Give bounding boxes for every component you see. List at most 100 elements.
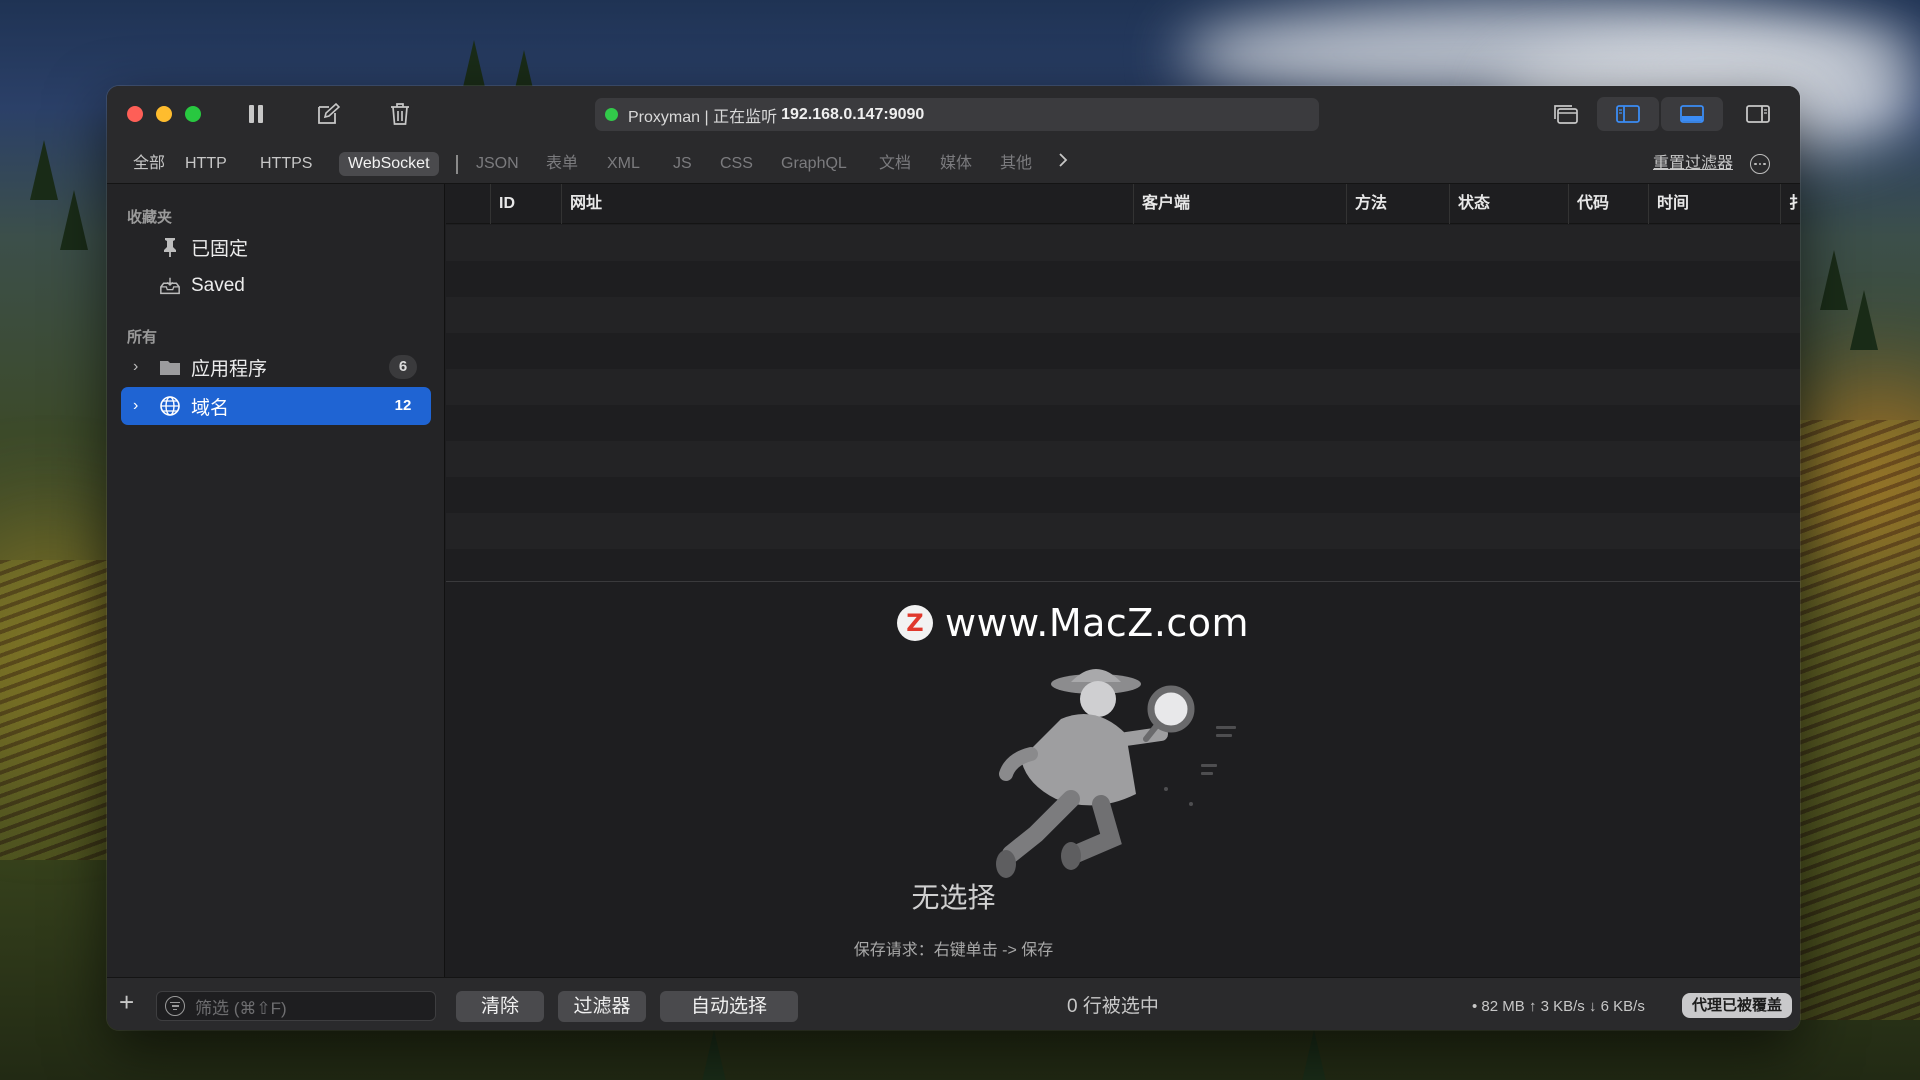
status-indicator-dot <box>605 108 618 121</box>
trash-icon <box>391 103 409 125</box>
column-header-client[interactable]: 客户端 <box>1133 184 1190 224</box>
sidebar-right-icon <box>1746 105 1770 123</box>
sidebar-item-label: 已固定 <box>191 238 249 260</box>
sidebar-item-saved[interactable]: Saved <box>121 267 431 305</box>
watermark-logo: Z <box>897 605 933 641</box>
filter-tab-bar: 全部 HTTP HTTPS WebSocket JSON 表单 XML JS C… <box>107 143 1800 184</box>
favorites-section-title: 收藏夹 <box>127 209 173 226</box>
table-row <box>446 333 1800 369</box>
table-row <box>446 297 1800 333</box>
tabs-more-chevron[interactable] <box>1049 152 1077 176</box>
tab-js[interactable]: JS <box>664 152 701 176</box>
column-header-time[interactable]: 时间 <box>1648 184 1689 224</box>
apps-count-badge: 6 <box>389 355 417 379</box>
window-stack-icon <box>1554 105 1578 124</box>
proxy-overridden-badge[interactable]: 代理已被覆盖 <box>1681 993 1792 1018</box>
tab-other[interactable]: 其他 <box>991 152 1041 176</box>
tab-separator <box>456 155 458 174</box>
table-row <box>446 513 1800 549</box>
add-button[interactable]: + <box>119 988 134 1016</box>
chevron-right-icon[interactable]: › <box>133 397 153 415</box>
table-row <box>446 225 1800 261</box>
selected-rows-count: 0 行被选中 <box>1067 996 1159 1017</box>
tab-media[interactable]: 媒体 <box>931 152 981 176</box>
title-bar: Proxyman | 正在监听 192.168.0.147:9090 <box>107 86 1800 143</box>
request-rows <box>446 225 1800 585</box>
panel-bottom-icon <box>1680 105 1704 123</box>
save-request-hint: 保存请求：右键单击 -> 保存 <box>853 942 1054 959</box>
folder-icon <box>159 356 181 378</box>
request-list-panel: ID 网址 客户端 方法 状态 代码 时间 扌 <box>446 184 1800 977</box>
tab-document[interactable]: 文档 <box>870 152 920 176</box>
sidebar-item-label: 应用程序 <box>191 358 268 380</box>
tab-http[interactable]: HTTP <box>176 152 236 176</box>
pin-icon <box>159 236 181 258</box>
saved-tray-icon <box>159 275 181 297</box>
filter-button[interactable]: 过滤器 <box>558 991 646 1022</box>
table-row <box>446 549 1800 585</box>
table-row <box>446 369 1800 405</box>
pause-icon <box>249 105 263 123</box>
column-header-truncated[interactable]: 扌 <box>1780 184 1800 224</box>
sidebar-item-label: 域名 <box>191 397 230 419</box>
table-row <box>446 441 1800 477</box>
sidebar-left-icon <box>1616 105 1640 123</box>
table-row <box>446 477 1800 513</box>
tab-all[interactable]: 全部 <box>124 152 174 176</box>
no-selection-title: 无选择 <box>911 882 996 913</box>
all-section-title: 所有 <box>127 329 158 346</box>
proxyman-window: Proxyman | 正在监听 192.168.0.147:9090 全部 HT… <box>107 86 1800 1030</box>
pause-button[interactable] <box>241 100 271 128</box>
table-header: ID 网址 客户端 方法 状态 代码 时间 扌 <box>446 184 1800 224</box>
column-header-id[interactable]: ID <box>490 184 515 224</box>
reset-filter-link[interactable]: 重置过滤器 <box>1653 152 1733 176</box>
tab-https[interactable]: HTTPS <box>251 152 321 176</box>
more-options-button[interactable] <box>1750 154 1770 174</box>
toggle-sidebar-button[interactable] <box>1597 97 1659 131</box>
clear-button[interactable]: 清除 <box>456 991 544 1022</box>
close-window-button[interactable] <box>127 106 143 122</box>
listening-address-bar: Proxyman | 正在监听 192.168.0.147:9090 <box>595 98 1319 131</box>
sidebar-item-pinned[interactable]: 已固定 <box>121 228 431 266</box>
toggle-right-panel-button[interactable] <box>1727 97 1789 131</box>
compose-button[interactable] <box>313 100 343 128</box>
toggle-bottom-panel-button[interactable] <box>1661 97 1723 131</box>
column-header-url[interactable]: 网址 <box>561 184 602 224</box>
tab-css[interactable]: CSS <box>711 152 762 176</box>
compose-icon <box>318 103 340 124</box>
sidebar-filter-input[interactable]: 筛选 (⌘⇧F) <box>156 991 436 1021</box>
table-row <box>446 261 1800 297</box>
watermark: Z www.MacZ.com <box>897 601 1249 645</box>
trash-button[interactable] <box>385 100 415 128</box>
sidebar-item-domains[interactable]: › 域名 12 <box>121 387 431 425</box>
ellipsis-icon <box>1754 162 1757 166</box>
minimize-window-button[interactable] <box>156 106 172 122</box>
listening-ip: 192.168.0.147:9090 <box>781 105 925 123</box>
column-header-method[interactable]: 方法 <box>1346 184 1387 224</box>
globe-icon <box>159 395 181 417</box>
address-prefix: Proxyman | 正在监听 <box>628 108 778 126</box>
domains-count-badge: 12 <box>394 397 412 414</box>
sidebar-item-apps[interactable]: › 应用程序 6 <box>121 348 431 386</box>
bottom-bar: + 筛选 (⌘⇧F) 清除 过滤器 自动选择 0 行被选中 • 82 MB ↑ … <box>107 977 1800 1030</box>
tab-form[interactable]: 表单 <box>537 152 587 176</box>
column-header-code[interactable]: 代码 <box>1568 184 1609 224</box>
maximize-window-button[interactable] <box>185 106 201 122</box>
table-row <box>446 405 1800 441</box>
sidebar: 收藏夹 已固定 Saved 所有 › 应用程序 6 › 域名 12 <box>107 184 445 977</box>
tab-graphql[interactable]: GraphQL <box>772 152 856 176</box>
filter-icon <box>165 996 185 1016</box>
split-divider[interactable] <box>446 581 1800 582</box>
auto-select-button[interactable]: 自动选择 <box>660 991 798 1022</box>
watermark-text: www.MacZ.com <box>945 601 1250 645</box>
windows-button[interactable] <box>1541 97 1591 131</box>
filter-placeholder: 筛选 (⌘⇧F) <box>195 998 287 1018</box>
tab-json[interactable]: JSON <box>467 152 528 176</box>
network-stats: • 82 MB ↑ 3 KB/s ↓ 6 KB/s <box>1472 998 1645 1015</box>
chevron-right-icon[interactable]: › <box>133 358 153 376</box>
tab-websocket[interactable]: WebSocket <box>339 152 439 176</box>
sidebar-item-label: Saved <box>191 275 245 296</box>
chevron-right-icon <box>1059 153 1068 167</box>
tab-xml[interactable]: XML <box>598 152 649 176</box>
column-header-status[interactable]: 状态 <box>1449 184 1490 224</box>
